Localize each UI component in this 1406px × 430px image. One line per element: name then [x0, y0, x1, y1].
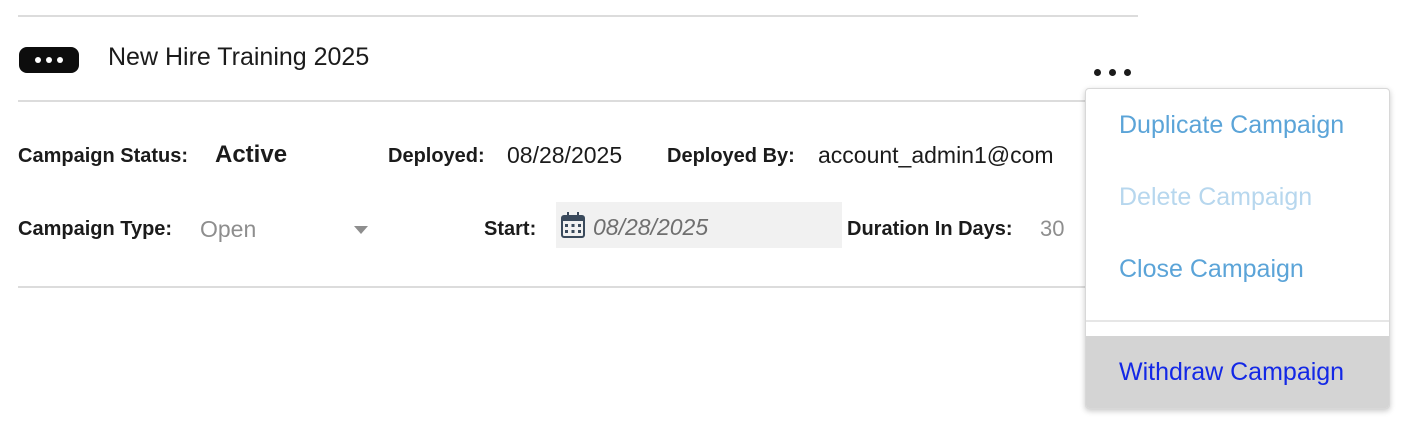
badge-dot — [35, 57, 41, 63]
more-dots-badge-icon[interactable] — [19, 47, 79, 73]
start-label: Start: — [484, 218, 537, 240]
caret-down-icon[interactable] — [354, 226, 368, 234]
calendar-icon[interactable] — [560, 211, 586, 239]
trigger-dot — [1123, 68, 1131, 76]
trigger-dot — [1093, 68, 1101, 76]
campaign-type-label: Campaign Type: — [18, 218, 173, 240]
campaign-page: New Hire Training 2025 Campaign Status: … — [0, 0, 1406, 430]
campaign-status-value: Active — [215, 141, 288, 168]
deployed-by-label: Deployed By: — [667, 145, 795, 167]
deployed-label: Deployed: — [388, 145, 485, 167]
deployed-by-value: account_admin1@com — [818, 142, 1054, 168]
badge-dot — [46, 57, 52, 63]
duration-label: Duration In Days: — [847, 218, 1013, 240]
badge-dot — [57, 57, 63, 63]
trigger-dot — [1108, 68, 1116, 76]
middle-divider — [18, 100, 1138, 102]
campaign-status-label: Campaign Status: — [18, 145, 189, 167]
delete-campaign-menu-item[interactable]: Delete Campaign — [1086, 183, 1389, 212]
close-campaign-menu-item[interactable]: Close Campaign — [1086, 255, 1389, 284]
withdraw-campaign-menu-item[interactable]: Withdraw Campaign — [1086, 336, 1389, 408]
bottom-divider — [18, 286, 1138, 288]
duration-value[interactable]: 30 — [1040, 216, 1064, 242]
campaign-title: New Hire Training 2025 — [108, 43, 370, 71]
top-divider — [18, 15, 1138, 17]
campaign-actions-menu: Duplicate Campaign Delete Campaign Close… — [1085, 88, 1390, 409]
campaign-type-select[interactable]: Open — [200, 216, 256, 243]
duplicate-campaign-menu-item[interactable]: Duplicate Campaign — [1086, 111, 1389, 140]
menu-divider — [1086, 320, 1389, 322]
deployed-value: 08/28/2025 — [507, 142, 623, 168]
start-date-value[interactable]: 08/28/2025 — [593, 214, 708, 241]
more-horizontal-icon[interactable] — [1086, 64, 1138, 80]
